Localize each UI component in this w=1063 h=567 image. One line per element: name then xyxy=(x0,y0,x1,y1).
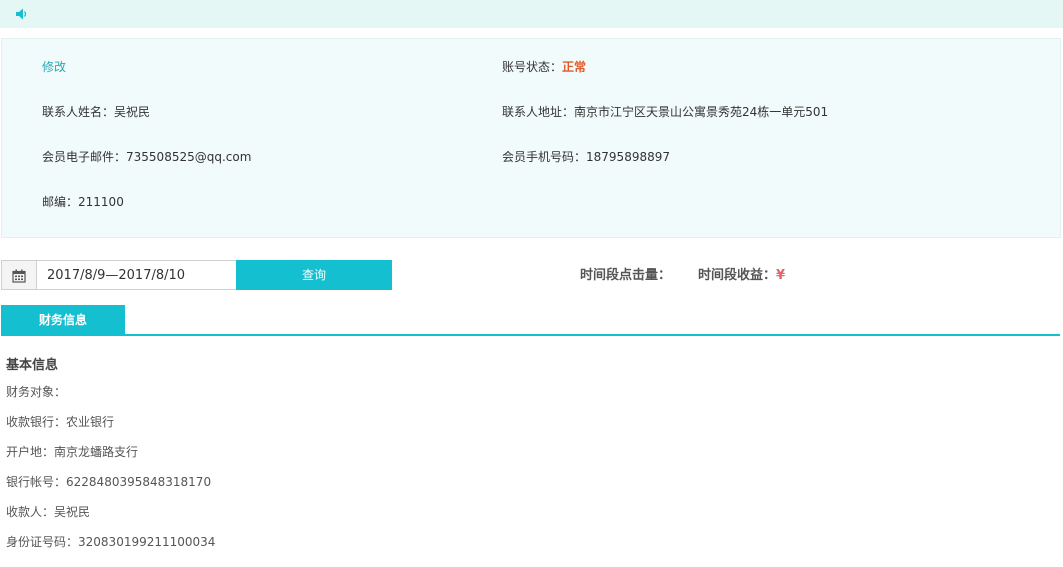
currency-symbol: ¥ xyxy=(776,268,786,283)
receiving-bank: 收款银行：农业银行 xyxy=(6,414,114,430)
member-email-value: 735508525@qq.com xyxy=(126,150,252,164)
account-status-label: 账号状态： xyxy=(502,60,563,74)
id-number-value: 320830199211100034 xyxy=(78,535,216,549)
postcode-label: 邮编： xyxy=(42,195,79,209)
payee-label: 收款人： xyxy=(6,505,55,519)
bank-account-label: 银行帐号： xyxy=(6,475,67,489)
period-clicks-label: 时间段点击量： xyxy=(580,268,672,283)
member-phone: 会员手机号码：18795898897 xyxy=(502,149,670,165)
contact-name-label: 联系人姓名： xyxy=(42,105,115,119)
edit-link[interactable]: 修改 xyxy=(42,59,66,75)
date-range-input[interactable] xyxy=(36,260,237,290)
receiving-bank-value: 农业银行 xyxy=(66,415,115,429)
calendar-button[interactable] xyxy=(1,260,37,290)
finance-object: 财务对象： xyxy=(6,384,66,400)
tab-underline xyxy=(1,334,1060,336)
period-clicks: 时间段点击量： xyxy=(580,268,671,284)
contact-address-value: 南京市江宁区天景山公寓景秀苑24栋一单元501 xyxy=(574,105,829,119)
bank-branch-value: 南京龙蟠路支行 xyxy=(54,445,139,459)
member-email: 会员电子邮件：735508525@qq.com xyxy=(42,149,251,165)
account-status-value: 正常 xyxy=(562,60,587,74)
receiving-bank-label: 收款银行： xyxy=(6,415,67,429)
notice-bar xyxy=(0,0,1063,28)
postcode-value: 211100 xyxy=(78,195,124,209)
finance-object-label: 财务对象： xyxy=(6,385,67,399)
period-earnings: 时间段收益：¥ xyxy=(698,268,785,284)
member-phone-label: 会员手机号码： xyxy=(502,150,587,164)
postcode: 邮编：211100 xyxy=(42,194,124,210)
tab-finance-info[interactable]: 财务信息 xyxy=(1,305,125,336)
calendar-icon xyxy=(12,269,26,283)
id-number: 身份证号码：320830199211100034 xyxy=(6,534,215,550)
section-title: 基本信息 xyxy=(6,358,59,373)
bank-branch-label: 开户地： xyxy=(6,445,55,459)
contact-address: 联系人地址：南京市江宁区天景山公寓景秀苑24栋一单元501 xyxy=(502,104,828,120)
bank-account: 银行帐号：6228480395848318170 xyxy=(6,474,211,490)
member-email-label: 会员电子邮件： xyxy=(42,150,127,164)
contact-address-label: 联系人地址： xyxy=(502,105,575,119)
account-status: 账号状态：正常 xyxy=(502,59,586,75)
member-phone-value: 18795898897 xyxy=(586,150,670,164)
payee: 收款人：吴祝民 xyxy=(6,504,90,520)
member-profile-panel: 修改 账号状态：正常 联系人姓名：吴祝民 联系人地址：南京市江宁区天景山公寓景秀… xyxy=(1,38,1061,238)
contact-name: 联系人姓名：吴祝民 xyxy=(42,104,150,120)
bank-branch: 开户地：南京龙蟠路支行 xyxy=(6,444,138,460)
bank-account-value: 6228480395848318170 xyxy=(66,475,212,489)
query-button[interactable]: 查询 xyxy=(236,260,392,290)
period-earnings-label: 时间段收益： xyxy=(698,268,777,283)
id-number-label: 身份证号码： xyxy=(6,535,79,549)
payee-value: 吴祝民 xyxy=(54,505,91,519)
contact-name-value: 吴祝民 xyxy=(114,105,151,119)
speaker-icon xyxy=(16,8,27,20)
